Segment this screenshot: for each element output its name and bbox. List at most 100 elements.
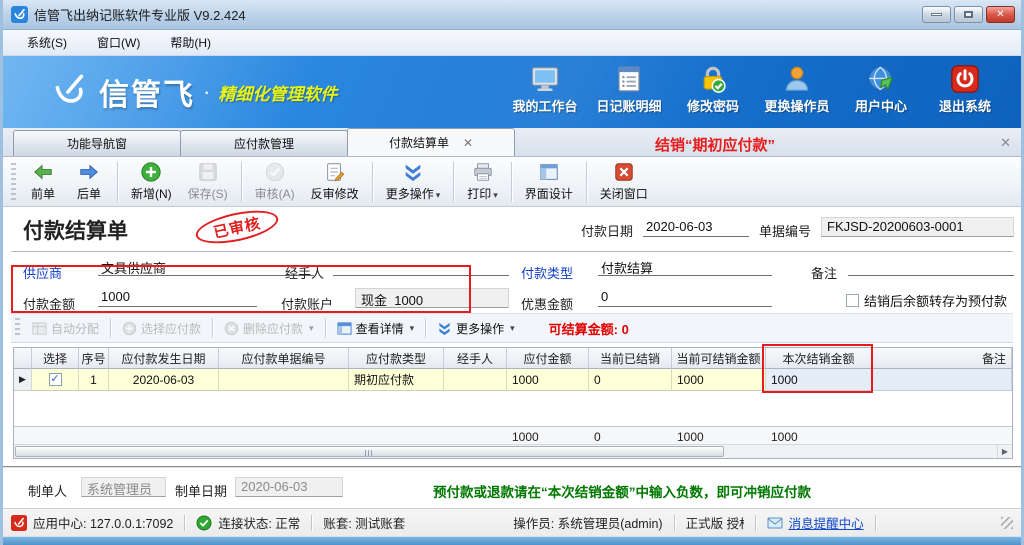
cell-this-settle[interactable]: 1000	[766, 369, 872, 391]
header-payable[interactable]: 应付金额	[507, 348, 589, 369]
maximize-button[interactable]	[954, 6, 983, 23]
ui-design-button[interactable]: 界面设计	[517, 157, 581, 206]
annotation-text: 结销“期初应付款”	[655, 134, 775, 155]
tab-strip: 功能导航窗 应付款管理 付款结算单 ✕ 结销“期初应付款” ✕	[3, 128, 1021, 157]
menu-window[interactable]: 窗口(W)	[83, 31, 154, 54]
amount-field[interactable]: 1000	[98, 288, 257, 307]
save-button: 保存(S)	[180, 157, 236, 206]
maker-field: 系统管理员	[81, 477, 166, 497]
discount-field[interactable]: 0	[598, 288, 772, 307]
app-window: 信管飞出纳记账软件专业版 V9.2.424 ✕ 系统(S) 窗口(W) 帮助(H…	[0, 0, 1024, 545]
supplier-label[interactable]: 供应商	[23, 263, 62, 282]
scroll-right-icon[interactable]: ▶	[997, 445, 1012, 458]
app-center-status: 应用中心: 127.0.0.1:7092	[33, 513, 173, 532]
table-row[interactable]: ▶ ✓ 1 2020-06-03 期初应付款 1000 0 1000 1000	[14, 369, 1012, 391]
header-available[interactable]: 当前可结销金额	[672, 348, 766, 369]
close-button[interactable]: ✕	[986, 6, 1015, 23]
user-icon	[782, 64, 812, 94]
toolbar-drag-handle[interactable]	[11, 163, 16, 201]
tab-navigation[interactable]: 功能导航窗	[13, 130, 181, 156]
dropdown-caret-icon: ▾	[309, 323, 314, 334]
unaudit-button[interactable]: 反审修改	[303, 157, 367, 206]
header-type[interactable]: 应付款类型	[349, 348, 444, 369]
checkbox-icon	[846, 294, 859, 307]
header-this-settle[interactable]: 本次结销金额	[766, 348, 872, 369]
brand-slogan: 精细化管理软件	[218, 80, 337, 105]
x-circle-icon	[224, 321, 239, 336]
cell-available: 1000	[672, 369, 766, 391]
tab-payment-settlement[interactable]: 付款结算单 ✕	[347, 128, 515, 156]
grid-toolbar: 自动分配 选择应付款 删除应付款▾ 查看详情▾ 更多操作▾ 可结算金额	[11, 313, 1013, 343]
brand-name: 信管飞	[99, 70, 195, 114]
menu-help[interactable]: 帮助(H)	[156, 31, 225, 54]
tab-payables[interactable]: 应付款管理	[180, 130, 348, 156]
close-window-button[interactable]: 关闭窗口	[592, 157, 656, 206]
row-checkbox[interactable]: ✓	[32, 369, 79, 391]
journal-icon	[614, 64, 644, 94]
header-settled[interactable]: 当前已结销	[589, 348, 672, 369]
scrollbar-thumb[interactable]	[15, 446, 724, 457]
document-toolbar: 前单 后单 新增(N) 保存(S) 审核(A) 反审修改 更多操作▾	[3, 157, 1021, 207]
message-center-link[interactable]: 消息提醒中心	[789, 513, 864, 532]
arrow-right-icon	[78, 161, 100, 183]
monitor-icon	[530, 64, 560, 94]
journal-detail-button[interactable]: 日记账明细	[587, 64, 671, 115]
grid-more-actions-button[interactable]: 更多操作▾	[429, 317, 523, 340]
double-chevron-down-icon	[437, 321, 452, 336]
pay-type-field[interactable]: 付款结算	[598, 257, 772, 276]
header-doc-no[interactable]: 应付款单据编号	[219, 348, 349, 369]
tab-close-icon[interactable]: ✕	[463, 136, 473, 150]
grid-toolbar-drag-handle[interactable]	[15, 318, 20, 338]
divider	[11, 251, 1013, 252]
account-set-status: 账套: 测试账套	[323, 513, 405, 532]
user-center-button[interactable]: 用户中心	[839, 64, 923, 115]
app-center-icon	[11, 515, 27, 531]
save-icon	[197, 161, 219, 183]
cell-handler	[444, 369, 507, 391]
strip-close-icon[interactable]: ✕	[1000, 135, 1011, 151]
header-remark[interactable]: 备注	[872, 348, 1012, 369]
view-detail-button[interactable]: 查看详情▾	[329, 317, 423, 340]
plus-circle-icon	[140, 161, 162, 183]
pay-date-field[interactable]: 2020-06-03	[643, 218, 749, 237]
header-select[interactable]: 选择	[32, 348, 79, 369]
remark-field[interactable]	[848, 257, 1014, 276]
arrow-left-icon	[32, 161, 54, 183]
handler-field[interactable]	[333, 257, 509, 276]
minimize-button[interactable]	[922, 6, 951, 23]
cell-settled: 0	[589, 369, 672, 391]
delete-payable-button: 删除应付款▾	[216, 317, 322, 340]
exit-system-button[interactable]: 退出系统	[923, 64, 1007, 115]
header-date[interactable]: 应付款发生日期	[109, 348, 219, 369]
change-password-button[interactable]: 修改密码	[671, 64, 755, 115]
document-content: 付款结算单 已审核 付款日期 2020-06-03 单据编号 FKJSD-202…	[3, 207, 1021, 466]
doc-no-label: 单据编号	[759, 221, 811, 240]
workbench-button[interactable]: 我的工作台	[503, 64, 587, 115]
row-indicator-icon: ▶	[14, 369, 32, 391]
cell-remark[interactable]	[872, 369, 1012, 391]
pay-date-label: 付款日期	[581, 221, 633, 240]
header-seq[interactable]: 序号	[79, 348, 109, 369]
pay-type-label[interactable]: 付款类型	[521, 263, 573, 282]
discount-label: 优惠金额	[521, 294, 573, 313]
menu-system[interactable]: 系统(S)	[13, 31, 81, 54]
switch-operator-button[interactable]: 更换操作员	[755, 64, 839, 115]
audit-button: 审核(A)	[247, 157, 303, 206]
more-actions-button[interactable]: 更多操作▾	[378, 157, 449, 206]
select-payable-button: 选择应付款	[114, 317, 209, 340]
cell-seq: 1	[79, 369, 109, 391]
add-button[interactable]: 新增(N)	[123, 157, 180, 206]
status-bar: 应用中心: 127.0.0.1:7092 连接状态: 正常 账套: 测试账套 操…	[3, 508, 1021, 536]
audit-check-icon	[264, 161, 286, 183]
horizontal-scrollbar[interactable]: ▶	[14, 444, 1012, 458]
next-doc-button[interactable]: 后单	[66, 157, 112, 206]
settleable-amount: 可结算金额: 0	[549, 319, 629, 338]
print-button[interactable]: 打印▾	[459, 157, 506, 206]
header-handler[interactable]: 经手人	[444, 348, 507, 369]
supplier-field[interactable]: 文具供应商	[98, 257, 314, 276]
prev-doc-button[interactable]: 前单	[20, 157, 66, 206]
document-title: 付款结算单	[23, 215, 128, 245]
transfer-checkbox[interactable]: 结销后余额转存为预付款	[846, 291, 1007, 310]
resize-grip[interactable]	[1001, 517, 1013, 529]
header-indicator	[14, 348, 32, 369]
